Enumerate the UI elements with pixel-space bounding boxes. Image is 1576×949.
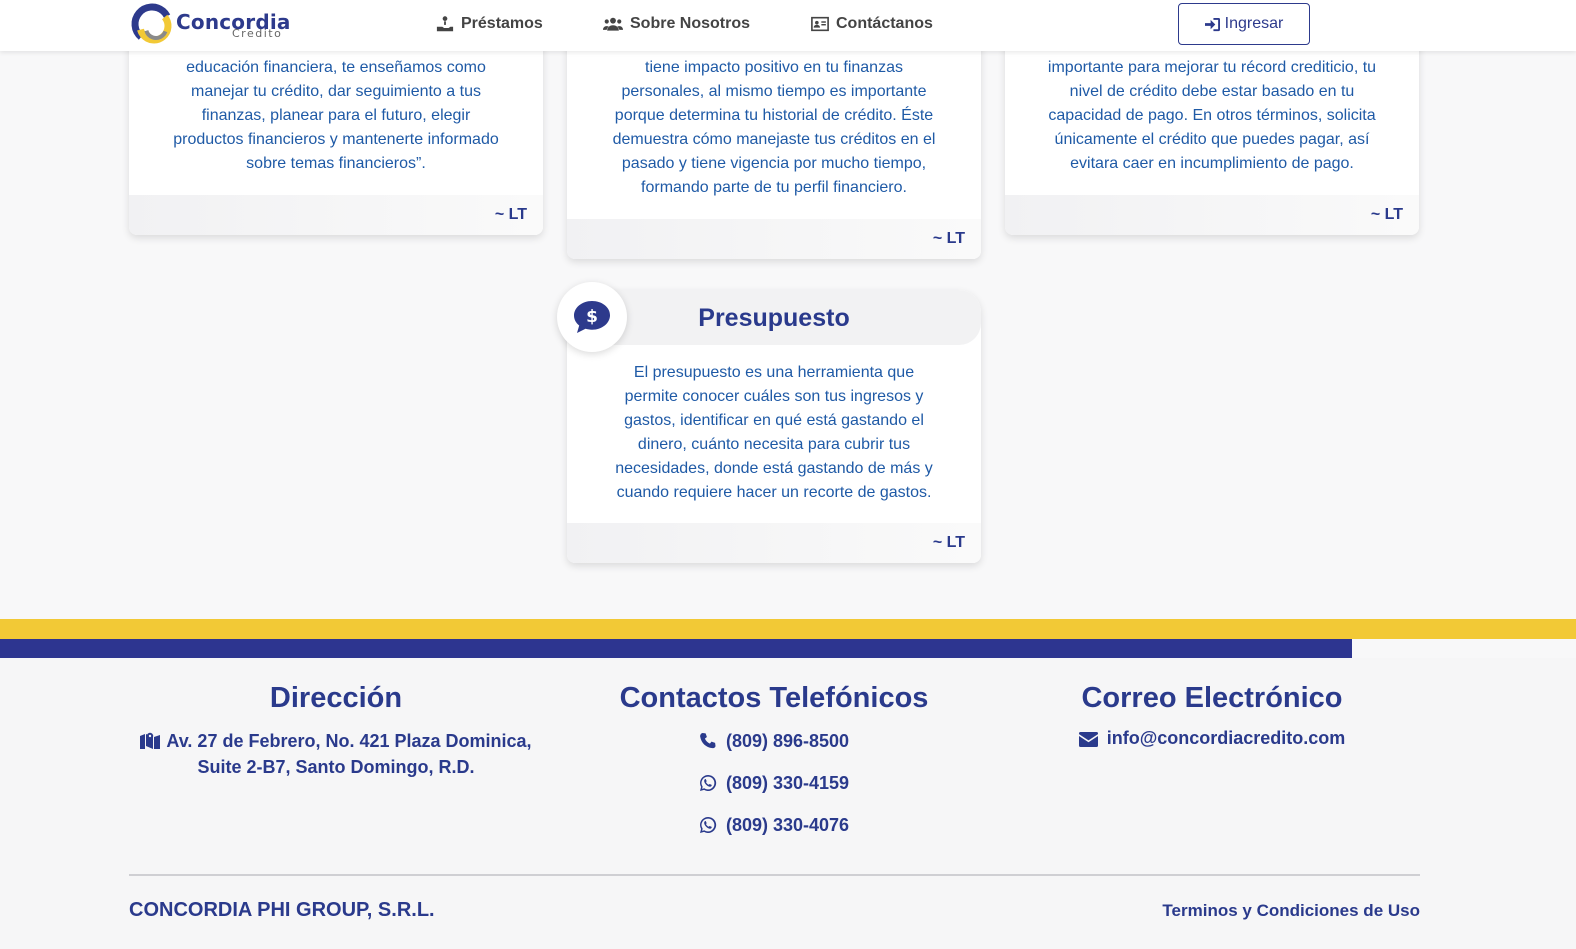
tip-card-text: El presupuesto es una herramienta que pe… bbox=[567, 361, 981, 505]
tip-text-line: manejar tu crédito, dar seguimiento a tu… bbox=[191, 83, 481, 100]
tip-card-text: tiene impacto positivo en tu finanzas pe… bbox=[567, 56, 981, 200]
nav-prestamos-label: Préstamos bbox=[461, 15, 543, 32]
address-card-icon bbox=[811, 16, 829, 32]
tip-text-line: tiene impacto positivo en tu finanzas bbox=[645, 59, 903, 76]
concordia-logo[interactable]: Concordia Credito bbox=[130, 0, 290, 50]
footer-divider bbox=[129, 874, 1420, 876]
users-icon bbox=[603, 17, 623, 31]
tip-card-header: Presupuesto bbox=[567, 290, 981, 345]
address-line-2: Suite 2-B7, Santo Domingo, R.D. bbox=[197, 757, 475, 777]
address-text: Av. 27 de Febrero, No. 421 Plaza Dominic… bbox=[116, 728, 556, 780]
tip-text-line: sobre temas financieros”. bbox=[246, 155, 426, 172]
tip-card-educacion: educación financiera, te enseñamos como … bbox=[129, 30, 543, 235]
tip-card-historial: tiene impacto positivo en tu finanzas pe… bbox=[567, 30, 981, 259]
whatsapp-link[interactable]: (809) 330-4159 bbox=[554, 771, 994, 795]
whatsapp-link[interactable]: (809) 330-4076 bbox=[554, 813, 994, 837]
phone-icon bbox=[700, 733, 716, 749]
tip-text-line: El presupuesto es una herramienta que bbox=[633, 364, 915, 381]
whatsapp-icon bbox=[699, 774, 717, 791]
footer-stripe-yellow bbox=[0, 619, 1576, 639]
tip-card-text: educación financiera, te enseñamos como … bbox=[129, 56, 543, 176]
tip-text-line: capacidad de pago. En otros términos, so… bbox=[1048, 107, 1376, 124]
tip-text-line: únicamente el crédito que puedes pagar, … bbox=[1054, 131, 1370, 148]
dollar-chat-icon: $ bbox=[574, 301, 610, 333]
hand-coin-icon bbox=[436, 16, 454, 32]
login-button-label: Ingresar bbox=[1224, 15, 1284, 32]
concordia-logo-mark-icon bbox=[131, 3, 173, 45]
tip-card-author: ~ LT bbox=[1005, 195, 1419, 235]
top-navbar: Concordia Credito Préstamos Sobre Nosotr… bbox=[0, 0, 1576, 51]
tip-card-text: importante para mejorar tu récord credit… bbox=[1005, 56, 1419, 176]
footer-email-column: Correo Electrónico info@concordiacredito… bbox=[992, 682, 1432, 749]
tip-text-line: educación financiera, te enseñamos como bbox=[186, 59, 486, 76]
address-title: Dirección bbox=[269, 682, 403, 714]
login-button[interactable]: Ingresar bbox=[1178, 3, 1310, 45]
nav-sobre-nosotros[interactable]: Sobre Nosotros bbox=[603, 13, 750, 35]
email-link[interactable]: info@concordiacredito.com bbox=[992, 728, 1432, 749]
presupuesto-badge: $ bbox=[557, 282, 627, 352]
nav-sobre-nosotros-label: Sobre Nosotros bbox=[630, 15, 751, 32]
tip-text-line: pasado y tiene vigencia por mucho tiempo… bbox=[621, 155, 927, 172]
tip-text-line: evitara caer en incumplimiento de pago. bbox=[1070, 155, 1354, 172]
phone-link[interactable]: (809) 896-8500 bbox=[554, 729, 994, 753]
address-line-1: Av. 27 de Febrero, No. 421 Plaza Dominic… bbox=[166, 731, 532, 751]
svg-text:$: $ bbox=[586, 307, 598, 327]
tip-text-line: porque determina tu historial de crédito… bbox=[614, 107, 934, 124]
tip-text-line: formando parte de tu perfil financiero. bbox=[641, 179, 907, 196]
tip-card-author: ~ LT bbox=[567, 219, 981, 259]
tip-text-line: importante para mejorar tu récord credit… bbox=[1047, 59, 1377, 76]
tip-text-line: necesidades, donde está gastando de más … bbox=[615, 460, 933, 477]
footer: Dirección Av. 27 de Febrero, No. 421 Pla… bbox=[0, 658, 1576, 949]
tip-card-author: ~ LT bbox=[567, 523, 981, 563]
whatsapp-icon bbox=[699, 816, 717, 833]
footer-stripe-blue bbox=[0, 639, 1352, 658]
whatsapp-number: (809) 330-4159 bbox=[725, 772, 850, 793]
tip-text-line: personales, al mismo tiempo es important… bbox=[621, 83, 927, 100]
footer-address-column: Dirección Av. 27 de Febrero, No. 421 Pla… bbox=[116, 682, 556, 780]
tip-text-line: nivel de crédito debe estar basado en tu bbox=[1069, 83, 1355, 100]
tip-text-line: demuestra cómo manejaste tus créditos en… bbox=[612, 131, 936, 148]
tip-text-line: permite conocer cuáles son tus ingresos … bbox=[624, 388, 924, 405]
phone-number: (809) 896-8500 bbox=[725, 730, 850, 751]
footer-phones-column: Contactos Telefónicos (809) 896-8500 (80… bbox=[554, 682, 994, 837]
tip-text-line: dinero, cuánto necesita para cubrir tus bbox=[637, 436, 911, 453]
phones-title: Contactos Telefónicos bbox=[619, 682, 929, 714]
nav-prestamos[interactable]: Préstamos bbox=[436, 13, 543, 35]
tip-text-line: gastos, identificar en qué está gastando… bbox=[624, 412, 924, 429]
tip-card-title: Presupuesto bbox=[698, 304, 850, 332]
email-address: info@concordiacredito.com bbox=[1106, 728, 1346, 748]
terms-link[interactable]: Terminos y Condiciones de Uso bbox=[1162, 901, 1420, 921]
nav-contactanos-label: Contáctanos bbox=[836, 15, 933, 32]
email-title: Correo Electrónico bbox=[1081, 682, 1343, 714]
company-name: CONCORDIA PHI GROUP, S.R.L. bbox=[129, 899, 435, 921]
tip-text-line: cuando requiere hacer un recorte de gast… bbox=[616, 484, 932, 501]
tip-text-line: productos financieros y mantenerte infor… bbox=[173, 131, 499, 148]
tip-card-presupuesto: Presupuesto El presupuesto es una herram… bbox=[567, 290, 981, 563]
tip-card-nivel-credito: importante para mejorar tu récord credit… bbox=[1005, 30, 1419, 235]
sign-in-icon bbox=[1204, 17, 1220, 31]
map-marked-icon bbox=[140, 732, 161, 749]
tip-text-line: finanzas, planear para el futuro, elegir bbox=[201, 107, 471, 124]
envelope-icon bbox=[1078, 731, 1098, 747]
tip-card-author: ~ LT bbox=[129, 195, 543, 235]
logo-subtitle: Credito bbox=[232, 27, 283, 40]
whatsapp-number: (809) 330-4076 bbox=[725, 814, 850, 835]
nav-contactanos[interactable]: Contáctanos bbox=[811, 13, 933, 35]
